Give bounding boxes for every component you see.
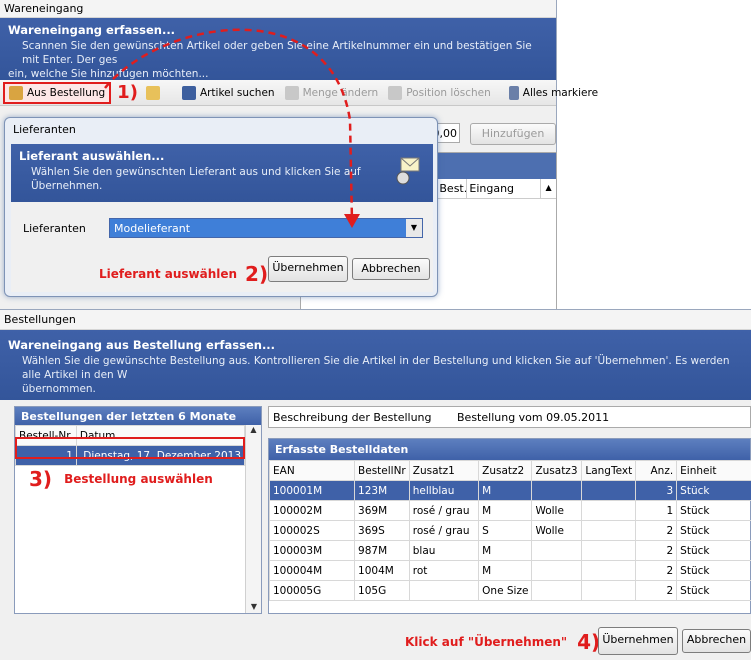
- items-cell: Wolle: [531, 500, 583, 521]
- description-label: Beschreibung der Bestellung: [273, 411, 432, 424]
- items-cell: 123M: [354, 480, 410, 501]
- items-cell: [581, 520, 637, 541]
- scroll-down-icon[interactable]: ▼: [246, 602, 262, 611]
- orders-scrollbar[interactable]: ▲ ▼: [245, 425, 261, 613]
- step4-text: Klick auf "Übernehmen": [405, 635, 568, 649]
- items-cell: Stück: [676, 580, 751, 601]
- items-col-4: Zusatz3: [531, 460, 583, 481]
- items-cell: 100001M: [268, 480, 356, 501]
- uebernehmen2-button[interactable]: Übernehmen: [598, 627, 678, 655]
- items-cell: M: [478, 540, 533, 561]
- items-col-7: Einheit: [676, 460, 751, 481]
- items-cell: 369M: [354, 500, 410, 521]
- items-cell: 100002M: [268, 500, 356, 521]
- items-cell: M: [478, 500, 533, 521]
- items-cell: [408, 580, 480, 601]
- items-cell: [581, 500, 637, 521]
- items-cell: [581, 540, 637, 561]
- items-col-1: BestellNr: [354, 460, 410, 481]
- order-items-title: Erfasste Bestelldaten: [269, 439, 750, 460]
- abbrechen2-button[interactable]: Abbrechen: [682, 629, 751, 653]
- order-items-panel: Erfasste Bestelldaten EAN BestellNr Zusatz…: [268, 438, 751, 614]
- items-cell: Stück: [676, 540, 751, 561]
- bestellungen-window: Bestellungen Wareneingang aus Bestellung…: [0, 309, 751, 660]
- items-cell: 369S: [354, 520, 410, 541]
- items-cell: 987M: [354, 540, 410, 561]
- items-cell: [581, 560, 637, 581]
- step4-number: 4): [577, 630, 601, 654]
- items-cell: Stück: [676, 520, 751, 541]
- items-cell: 2: [635, 580, 678, 601]
- items-cell: 1004M: [354, 560, 410, 581]
- items-cell: M: [478, 480, 533, 501]
- banner2-line1: Wählen Sie die gewünschte Bestellung aus…: [22, 355, 730, 381]
- items-cell: S: [478, 520, 533, 541]
- items-col-6: Anz.: [635, 460, 678, 481]
- items-cell: [581, 480, 637, 501]
- items-cell: 100002S: [268, 520, 356, 541]
- items-cell: 3: [635, 480, 678, 501]
- items-cell: hellblau: [408, 480, 480, 501]
- items-cell: One Size: [478, 580, 533, 601]
- items-cell: [531, 560, 583, 581]
- dashed-arrow-annotation: [104, 28, 360, 228]
- items-cell: rosé / grau: [408, 520, 480, 541]
- step3-number: 3): [29, 467, 53, 491]
- table-row[interactable]: 100004M 1004M rot M 2 Stück: [268, 560, 751, 581]
- items-cell: Wolle: [531, 520, 583, 541]
- items-cell: [531, 540, 583, 561]
- header2-banner: Wareneingang aus Bestellung erfassen... …: [0, 330, 751, 400]
- order-items-table: EAN BestellNr Zusatz1 Zusatz2 Zusatz3 LangTex…: [268, 460, 751, 601]
- orders-panel: Bestellungen der letzten 6 Monate Bestel…: [14, 406, 262, 614]
- items-cell: 2: [635, 520, 678, 541]
- items-col-0: EAN: [268, 460, 356, 481]
- items-col-5: LangText: [581, 460, 637, 481]
- items-cell: Stück: [676, 480, 751, 501]
- items-cell: 100004M: [268, 560, 356, 581]
- items-col-3: Zusatz2: [478, 460, 533, 481]
- order-row-highlight: [15, 437, 245, 459]
- items-cell: Stück: [676, 560, 751, 581]
- items-cell: M: [478, 560, 533, 581]
- items-cell: [531, 580, 583, 601]
- items-cell: 105G: [354, 580, 410, 601]
- items-cell: rosé / grau: [408, 500, 480, 521]
- table-row[interactable]: 100002M 369M rosé / grau M Wolle 1 Stück: [268, 500, 751, 521]
- banner2-line2: übernommen.: [22, 383, 96, 395]
- items-cell: 2: [635, 540, 678, 561]
- banner2-title: Wareneingang aus Bestellung erfassen...: [8, 338, 276, 352]
- step3-annotation: 3) Bestellung auswählen: [29, 467, 213, 491]
- step3-text: Bestellung auswählen: [64, 472, 213, 486]
- items-cell: Stück: [676, 500, 751, 521]
- table-row[interactable]: 100001M 123M hellblau M 3 Stück: [268, 480, 751, 501]
- table-row[interactable]: 100003M 987M blau M 2 Stück: [268, 540, 751, 561]
- orders-panel-title: Bestellungen der letzten 6 Monate: [15, 407, 261, 425]
- scroll-up-icon[interactable]: ▲: [246, 425, 261, 434]
- items-cell: [531, 480, 583, 501]
- table-row[interactable]: 100005G 105G One Size 2 Stück: [268, 580, 751, 601]
- items-cell: 100005G: [268, 580, 356, 601]
- items-cell: 100003M: [268, 540, 356, 561]
- description-value: Bestellung vom 09.05.2011: [457, 411, 610, 424]
- items-cell: 2: [635, 560, 678, 581]
- items-cell: 1: [635, 500, 678, 521]
- step4-annotation: Klick auf "Übernehmen" 4): [405, 630, 600, 654]
- description-box: Beschreibung der Bestellung Bestellung v…: [268, 406, 751, 428]
- window2-title: Bestellungen: [0, 310, 751, 330]
- items-col-2: Zusatz1: [408, 460, 480, 481]
- items-cell: blau: [408, 540, 480, 561]
- table-row[interactable]: 100002S 369S rosé / grau S Wolle 2 Stück: [268, 520, 751, 541]
- items-cell: rot: [408, 560, 480, 581]
- items-cell: [581, 580, 637, 601]
